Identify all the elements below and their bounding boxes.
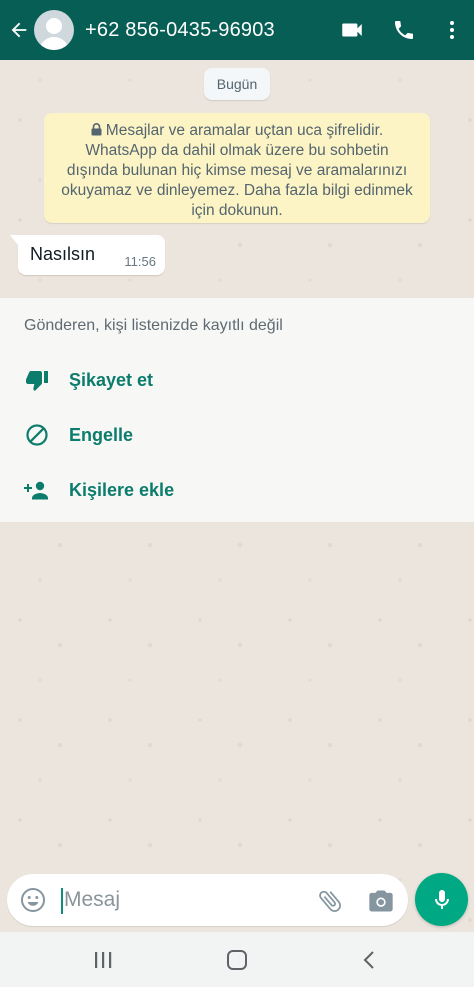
- unknown-sender-title: Gönderen, kişi listenizde kayıtlı değil: [24, 317, 283, 334]
- chat-screen: +62 856-0435-96903 Bugün Mesajlar ve ara…: [0, 0, 474, 987]
- block-button[interactable]: Engelle: [0, 409, 474, 461]
- voice-call-button[interactable]: [378, 0, 430, 60]
- emoji-icon[interactable]: [20, 887, 46, 913]
- arrow-back-icon: [11, 22, 27, 38]
- incoming-message[interactable]: Nasılsın 11:56: [10, 235, 165, 275]
- block-label: Engelle: [69, 424, 134, 445]
- encryption-notice[interactable]: Mesajlar ve aramalar uçtan uca şifrelidi…: [44, 113, 430, 223]
- paperclip-icon[interactable]: [316, 887, 344, 915]
- avatar[interactable]: [34, 10, 74, 50]
- lock-icon: [91, 123, 102, 136]
- encryption-notice-text: Mesajlar ve aramalar uçtan uca şifrelidi…: [61, 122, 413, 219]
- message-composer: [7, 874, 408, 926]
- camera-icon[interactable]: [367, 887, 395, 915]
- block-icon: [26, 424, 48, 446]
- recent-apps-icon: [95, 951, 112, 968]
- phone-icon: [395, 21, 413, 39]
- message-input[interactable]: [64, 883, 304, 917]
- home-button[interactable]: [197, 932, 277, 987]
- text-caret: [61, 888, 63, 914]
- nav-back-button[interactable]: [330, 932, 410, 987]
- report-label: Şikayet et: [69, 369, 154, 390]
- recent-apps-button[interactable]: [63, 932, 143, 987]
- message-time: 11:56: [124, 254, 156, 269]
- mic-icon: [434, 889, 449, 909]
- back-icon: [363, 950, 374, 969]
- system-navbar: [0, 932, 474, 987]
- add-contact-button[interactable]: Kişilere ekle: [0, 464, 474, 516]
- more-options-button[interactable]: [430, 0, 474, 60]
- thumb-down-icon: [26, 371, 48, 391]
- unknown-sender-panel: Gönderen, kişi listenizde kayıtlı değil …: [0, 298, 474, 522]
- date-chip: Bugün: [204, 68, 270, 100]
- add-contact-label: Kişilere ekle: [69, 479, 175, 500]
- back-button[interactable]: [4, 0, 34, 60]
- mic-button[interactable]: [415, 873, 468, 926]
- report-button[interactable]: Şikayet et: [0, 354, 474, 406]
- videocam-icon: [342, 23, 362, 37]
- message-text: Nasılsın: [30, 244, 96, 264]
- contact-name[interactable]: +62 856-0435-96903: [85, 19, 326, 42]
- more-vert-icon: [450, 21, 454, 39]
- person-add-icon: [24, 481, 48, 500]
- home-icon: [227, 949, 247, 970]
- chat-header: +62 856-0435-96903: [0, 0, 474, 60]
- video-call-button[interactable]: [326, 0, 378, 60]
